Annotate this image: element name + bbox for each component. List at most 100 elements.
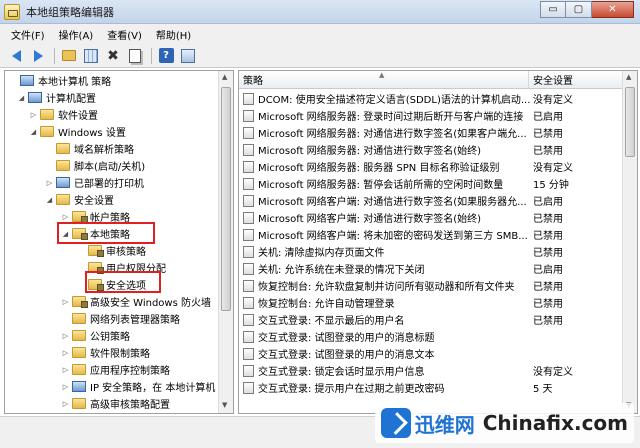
export-list-button[interactable] bbox=[125, 46, 145, 66]
tree-item-advanced-audit[interactable]: ▷ 高级审核策略配置 bbox=[61, 395, 170, 412]
tree-item-label: 应用程序控制策略 bbox=[90, 366, 170, 377]
policy-name: 交互式登录: 试图登录的用户的消息文本 bbox=[258, 350, 435, 361]
tree-toggle[interactable]: ▷ bbox=[61, 298, 70, 306]
tree-item-local-computer-policy[interactable]: 本地计算机 策略 bbox=[9, 72, 111, 89]
table-row[interactable]: Microsoft 网络服务器: 登录时间过期后断开与客户端的连接 已启用 bbox=[239, 107, 623, 124]
table-row[interactable]: 交互式登录: 锁定会话时显示用户信息 没有定义 bbox=[239, 362, 623, 379]
policy-name: 恢复控制台: 允许自动管理登录 bbox=[258, 299, 395, 310]
maximize-button[interactable]: ▢ bbox=[566, 1, 592, 18]
tree-item-software-restriction[interactable]: ▷ 软件限制策略 bbox=[61, 344, 150, 361]
up-one-level-button[interactable] bbox=[59, 46, 79, 66]
tree-toggle[interactable]: ▷ bbox=[61, 349, 70, 357]
tree-toggle[interactable]: ◢ bbox=[45, 196, 54, 204]
policy-setting: 5 天 bbox=[533, 384, 553, 395]
tree-item-network-list-manager[interactable]: 网络列表管理器策略 bbox=[61, 310, 180, 327]
tree-item-app-control[interactable]: ▷ 应用程序控制策略 bbox=[61, 361, 170, 378]
tree-toggle[interactable]: ▷ bbox=[61, 213, 70, 221]
show-hide-tree-button[interactable] bbox=[81, 46, 101, 66]
table-row[interactable]: Microsoft 网络服务器: 服务器 SPN 目标名称验证级别 没有定义 bbox=[239, 158, 623, 175]
table-row[interactable]: 交互式登录: 提示用户在过期之前更改密码 5 天 bbox=[239, 379, 623, 396]
tree-item-label: Windows 设置 bbox=[58, 128, 126, 139]
list-scrollbar-thumb[interactable] bbox=[625, 87, 635, 157]
policy-item-icon bbox=[243, 296, 254, 309]
table-row[interactable]: 关机: 清除虚拟内存页面文件 已禁用 bbox=[239, 243, 623, 260]
list-scrollbar[interactable]: ▲ ▼ bbox=[622, 71, 637, 413]
highlight-local-policies bbox=[57, 222, 155, 244]
policy-name: Microsoft 网络服务器: 服务器 SPN 目标名称验证级别 bbox=[258, 163, 500, 174]
window-title: 本地组策略编辑器 bbox=[26, 5, 114, 19]
forward-arrow-icon bbox=[33, 49, 43, 62]
tree-item-deployed-printers[interactable]: ▷ 已部署的打印机 bbox=[45, 174, 144, 191]
ip-security-icon bbox=[72, 381, 86, 392]
menu-view[interactable]: 查看(V) bbox=[100, 27, 149, 42]
table-row[interactable]: Microsoft 网络客户端: 将未加密的密码发送到第三方 SMB... 已禁用 bbox=[239, 226, 623, 243]
delete-button[interactable]: ✖ bbox=[103, 46, 123, 66]
forward-button[interactable] bbox=[28, 46, 48, 66]
back-button[interactable] bbox=[6, 46, 26, 66]
minimize-button[interactable]: ▭ bbox=[540, 1, 566, 18]
tree-toggle[interactable]: ▷ bbox=[61, 366, 70, 374]
tree-item-windows-settings[interactable]: ◢ Windows 设置 bbox=[29, 123, 126, 140]
policy-name: 交互式登录: 不显示最后的用户名 bbox=[258, 316, 405, 327]
table-row[interactable]: 交互式登录: 试图登录的用户的消息文本 bbox=[239, 345, 623, 362]
table-row[interactable]: Microsoft 网络服务器: 暂停会话前所需的空闲时间数量 15 分钟 bbox=[239, 175, 623, 192]
tree-toggle[interactable]: ▷ bbox=[61, 332, 70, 340]
tree-item-label: 高级安全 Windows 防火墙 bbox=[90, 298, 211, 309]
table-row[interactable]: 恢复控制台: 允许软盘复制并访问所有驱动器和所有文件夹 已禁用 bbox=[239, 277, 623, 294]
policy-name: Microsoft 网络服务器: 登录时间过期后断开与客户端的连接 bbox=[258, 112, 524, 123]
tree-toggle[interactable]: ◢ bbox=[17, 94, 26, 102]
table-row[interactable]: Microsoft 网络客户端: 对通信进行数字签名(始终) 已禁用 bbox=[239, 209, 623, 226]
policy-name: Microsoft 网络服务器: 对通信进行数字签名(如果客户端允... bbox=[258, 129, 527, 140]
tree-toggle[interactable]: ◢ bbox=[29, 128, 38, 136]
menu-help[interactable]: 帮助(H) bbox=[149, 27, 198, 42]
policy-name: 交互式登录: 试图登录的用户的消息标题 bbox=[258, 333, 435, 344]
tree-item-computer-config[interactable]: ◢ 计算机配置 bbox=[17, 89, 96, 106]
tree-item-public-key-policies[interactable]: ▷ 公钥策略 bbox=[61, 327, 130, 344]
tree-item-software-settings[interactable]: ▷ 软件设置 bbox=[29, 106, 98, 123]
tree-item-label: 审核策略 bbox=[106, 247, 146, 258]
scroll-up-icon[interactable]: ▲ bbox=[626, 73, 631, 81]
table-row[interactable]: Microsoft 网络服务器: 对通信进行数字签名(如果客户端允... 已禁用 bbox=[239, 124, 623, 141]
tree-scrollbar[interactable]: ▲ ▼ bbox=[218, 71, 233, 413]
help-button[interactable]: ? bbox=[156, 46, 176, 66]
folder-icon bbox=[72, 347, 86, 358]
policy-item-icon bbox=[243, 194, 254, 207]
table-row[interactable]: Microsoft 网络服务器: 对通信进行数字签名(始终) 已禁用 bbox=[239, 141, 623, 158]
scroll-up-icon[interactable]: ▲ bbox=[222, 73, 227, 81]
table-row[interactable]: 恢复控制台: 允许自动管理登录 已禁用 bbox=[239, 294, 623, 311]
menu-action[interactable]: 操作(A) bbox=[52, 27, 101, 42]
properties-button[interactable] bbox=[178, 46, 198, 66]
menu-file[interactable]: 文件(F) bbox=[4, 27, 52, 42]
policy-setting: 已禁用 bbox=[533, 248, 563, 259]
tree-toggle[interactable]: ▷ bbox=[29, 111, 38, 119]
folder-icon bbox=[72, 313, 86, 324]
tree-toggle[interactable]: ▷ bbox=[61, 383, 70, 391]
scroll-down-icon[interactable]: ▼ bbox=[222, 401, 227, 409]
table-row[interactable]: 交互式登录: 试图登录的用户的消息标题 bbox=[239, 328, 623, 345]
close-button[interactable]: ✕ bbox=[592, 1, 634, 18]
tree-item-advanced-firewall[interactable]: ▷ 高级安全 Windows 防火墙 bbox=[61, 293, 211, 310]
policy-item-icon bbox=[243, 92, 254, 105]
highlight-security-options bbox=[85, 271, 161, 293]
tree-item-security-settings[interactable]: ◢ 安全设置 bbox=[45, 191, 114, 208]
tree-item-scripts[interactable]: 脚本(启动/关机) bbox=[45, 157, 145, 174]
tree-toggle[interactable]: ▷ bbox=[45, 179, 54, 187]
tree-toggle[interactable]: ▷ bbox=[61, 400, 70, 408]
table-row[interactable]: 交互式登录: 不显示最后的用户名 已禁用 bbox=[239, 311, 623, 328]
table-row[interactable]: Microsoft 网络客户端: 对通信进行数字签名(如果服务器允... 已启用 bbox=[239, 192, 623, 209]
table-row[interactable]: 关机: 允许系统在未登录的情况下关闭 已启用 bbox=[239, 260, 623, 277]
tree-item-label: 网络列表管理器策略 bbox=[90, 315, 180, 326]
tree-scrollbar-thumb[interactable] bbox=[221, 87, 231, 311]
tree-item-name-resolution-policy[interactable]: 域名解析策略 bbox=[45, 140, 134, 157]
table-row[interactable]: DCOM: 使用安全描述符定义语言(SDDL)语法的计算机启动... 没有定义 bbox=[239, 90, 623, 107]
folder-icon bbox=[72, 364, 86, 375]
policy-setting: 已启用 bbox=[533, 265, 563, 276]
policy-setting: 已禁用 bbox=[533, 282, 563, 293]
tree-item-ip-security[interactable]: ▷ IP 安全策略，在 本地计算机 bbox=[61, 378, 215, 395]
sort-ascending-icon: ▲ bbox=[379, 71, 385, 79]
tree-item-audit-policy[interactable]: 审核策略 bbox=[77, 242, 146, 259]
policy-item-icon bbox=[243, 262, 254, 275]
group-policy-app-icon bbox=[4, 3, 20, 20]
column-header-security-setting[interactable]: 安全设置 bbox=[529, 71, 623, 89]
minimize-icon: ▭ bbox=[548, 4, 558, 15]
